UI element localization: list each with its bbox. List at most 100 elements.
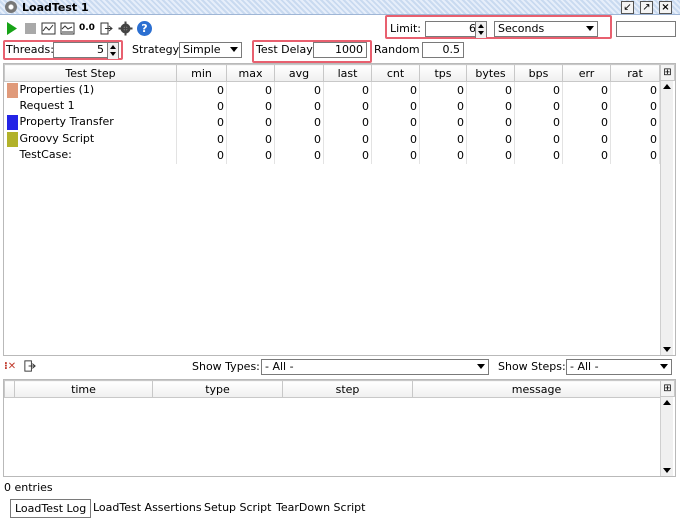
tab-loadtest-log[interactable]: LoadTest Log xyxy=(10,499,92,518)
stat-cell: 0 xyxy=(419,81,467,98)
scroll-down-icon[interactable] xyxy=(663,347,671,352)
stat-cell: 0 xyxy=(466,81,515,98)
stats-scrollbar[interactable] xyxy=(660,81,673,355)
chevron-down-icon xyxy=(477,364,485,369)
stat-cell: 0 xyxy=(610,81,660,98)
minimize-icon[interactable]: ↙ xyxy=(621,1,634,14)
graph-icon[interactable] xyxy=(41,21,56,36)
stat-cell: 0 xyxy=(610,114,660,131)
window-titlebar: LoadTest 1 ↙ ↗ × xyxy=(0,0,680,15)
limit-spinner[interactable] xyxy=(475,22,486,38)
log-header-row: time type step message xyxy=(4,380,661,398)
run-icon[interactable] xyxy=(4,21,19,36)
strategy-label: Strategy xyxy=(132,43,180,56)
show-types-select[interactable]: - All - xyxy=(261,359,489,375)
threads-input[interactable]: 5 xyxy=(53,42,119,59)
step-color-swatch xyxy=(6,82,18,98)
tab-setup-script[interactable]: Setup Script xyxy=(200,499,275,518)
stat-cell: 0 xyxy=(274,98,324,115)
table-row[interactable]: Groovy Script 0 0 0 0 0 0 0 0 0 0 xyxy=(4,131,660,148)
log-column-header-0[interactable]: time xyxy=(14,380,153,398)
table-row[interactable]: Properties (1) 0 0 0 0 0 0 0 0 0 0 xyxy=(4,81,660,98)
stat-cell: 0 xyxy=(274,114,324,131)
stat-cell: 0 xyxy=(610,147,660,164)
random-input[interactable]: 0.5 xyxy=(422,42,464,58)
stat-cell: 0 xyxy=(323,131,372,148)
table-row[interactable]: Property Transfer 0 0 0 0 0 0 0 0 0 0 xyxy=(4,114,660,131)
step-color-swatch xyxy=(6,115,18,131)
show-steps-value: - All - xyxy=(570,360,599,373)
log-column-header-2[interactable]: step xyxy=(282,380,413,398)
stat-cell: 0 xyxy=(466,114,515,131)
strategy-select[interactable]: Simple xyxy=(179,42,242,58)
progress-field xyxy=(616,21,676,37)
stat-cell: 0 xyxy=(419,131,467,148)
stat-cell: 0 xyxy=(610,131,660,148)
stat-cell: 0 xyxy=(371,131,420,148)
stat-cell: 0 xyxy=(323,114,372,131)
help-icon[interactable]: ? xyxy=(137,21,152,36)
stat-cell: 0 xyxy=(466,98,515,115)
stat-cell: 0 xyxy=(323,81,372,98)
log-scrollbar[interactable] xyxy=(660,397,673,476)
export-log-icon[interactable] xyxy=(23,359,37,373)
column-header-8[interactable]: bps xyxy=(514,64,563,82)
stat-cell: 0 xyxy=(226,81,275,98)
threads-value: 5 xyxy=(97,43,104,56)
limit-input[interactable]: 60 xyxy=(425,21,487,38)
stop-icon[interactable] xyxy=(23,21,38,36)
close-icon[interactable]: × xyxy=(659,1,672,14)
chevron-down-icon xyxy=(586,26,594,31)
stat-cell: 0 xyxy=(419,98,467,115)
column-header-9[interactable]: err xyxy=(562,64,611,82)
column-header-2[interactable]: max xyxy=(226,64,275,82)
scroll-up-icon[interactable] xyxy=(663,400,671,405)
column-header-10[interactable]: rat xyxy=(610,64,660,82)
test-delay-input[interactable]: 1000 xyxy=(313,42,367,58)
stat-cell: 0 xyxy=(419,147,467,164)
log-column-header-1[interactable]: type xyxy=(152,380,283,398)
table-row[interactable]: TestCase: 0 0 0 0 0 0 0 0 0 0 xyxy=(4,147,660,164)
tab-teardown-script[interactable]: TearDown Script xyxy=(272,499,369,518)
window-title: LoadTest 1 xyxy=(22,1,89,14)
stat-cell: 0 xyxy=(226,131,275,148)
scroll-down-icon[interactable] xyxy=(663,468,671,473)
reset-icon[interactable]: 0.0 xyxy=(79,20,95,36)
table-row[interactable]: Request 10000000000 xyxy=(4,98,660,115)
threads-label: Threads: xyxy=(6,43,54,56)
stat-cell: 0 xyxy=(371,147,420,164)
stat-cell: 0 xyxy=(514,98,563,115)
stat-cell: 0 xyxy=(562,131,611,148)
step-color-swatch xyxy=(7,148,18,163)
step-name: TestCase: xyxy=(19,148,72,162)
threads-spinner[interactable] xyxy=(107,43,118,59)
column-header-5[interactable]: cnt xyxy=(371,64,420,82)
column-header-3[interactable]: avg xyxy=(274,64,324,82)
show-types-label: Show Types: xyxy=(192,360,260,373)
tab-loadtest-assertions[interactable]: LoadTest Assertions xyxy=(89,499,206,518)
clear-log-icon[interactable]: ⁝✕ xyxy=(4,359,16,375)
column-header-7[interactable]: bytes xyxy=(466,64,515,82)
column-chooser-icon[interactable]: ⊞ xyxy=(660,64,675,81)
scroll-up-icon[interactable] xyxy=(663,84,671,89)
column-header-6[interactable]: tps xyxy=(419,64,467,82)
loadtest-icon xyxy=(5,1,17,13)
log-column-header-3[interactable]: message xyxy=(412,380,661,398)
column-header-0[interactable]: Test Step xyxy=(4,64,177,82)
stat-cell: 0 xyxy=(514,81,563,98)
column-header-4[interactable]: last xyxy=(323,64,372,82)
show-steps-select[interactable]: - All - xyxy=(566,359,672,375)
log-column-chooser-icon[interactable]: ⊞ xyxy=(660,380,675,397)
strategy-value: Simple xyxy=(183,43,221,56)
maximize-icon[interactable]: ↗ xyxy=(640,1,653,14)
step-name: Groovy Script xyxy=(19,131,95,145)
step-name-cell: Property Transfer xyxy=(4,114,177,131)
statistics-icon[interactable] xyxy=(60,21,75,36)
export-icon[interactable] xyxy=(99,21,114,36)
limit-unit-select[interactable]: Seconds xyxy=(494,21,598,37)
stat-cell: 0 xyxy=(323,147,372,164)
stat-cell: 0 xyxy=(274,131,324,148)
stat-cell: 0 xyxy=(371,98,420,115)
options-icon[interactable] xyxy=(118,21,133,36)
column-header-1[interactable]: min xyxy=(176,64,227,82)
